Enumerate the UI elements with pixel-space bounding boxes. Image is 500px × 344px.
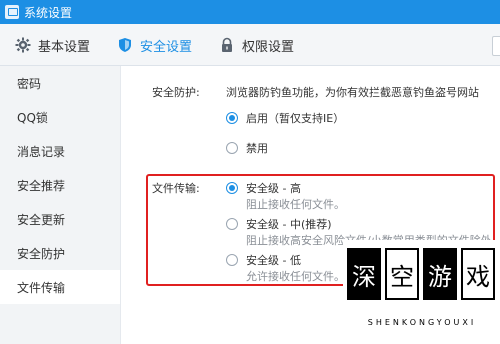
tab-bar: 基本设置 安全设置 权限设置 bbox=[0, 24, 500, 66]
tab-label: 基本设置 bbox=[38, 39, 91, 55]
radio-enable[interactable]: 启用（暂仅支持IE） bbox=[226, 110, 344, 126]
sidebar-item-password[interactable]: 密码 bbox=[0, 66, 120, 100]
watermark-char: 游 bbox=[423, 248, 457, 300]
sidebar-item-label: 密码 bbox=[17, 76, 42, 91]
watermark-char: 戏 bbox=[461, 248, 495, 300]
sidebar-item-label: QQ锁 bbox=[17, 110, 48, 125]
sidebar-item-label: 消息记录 bbox=[17, 144, 66, 159]
tab-security-settings[interactable]: 安全设置 bbox=[116, 24, 192, 66]
tab-label: 权限设置 bbox=[242, 39, 295, 55]
sidebar-item-file-transfer[interactable]: 文件传输 bbox=[0, 270, 120, 304]
title-bar: 系统设置 bbox=[0, 0, 500, 24]
sidebar-item-security-protection[interactable]: 安全防护 bbox=[0, 236, 120, 270]
sidebar-item-message-history[interactable]: 消息记录 bbox=[0, 134, 120, 168]
watermark-char: 空 bbox=[385, 248, 419, 300]
radio-button[interactable] bbox=[226, 112, 238, 124]
search-box-edge[interactable] bbox=[492, 36, 500, 56]
shield-icon bbox=[116, 36, 134, 54]
sidebar-item-security-update[interactable]: 安全更新 bbox=[0, 202, 120, 236]
watermark-char: 深 bbox=[347, 248, 381, 300]
tab-basic-settings[interactable]: 基本设置 bbox=[14, 24, 90, 66]
radio-button[interactable] bbox=[226, 142, 238, 154]
watermark-logo: 深 空 游 戏 SHENKONGYOUXI bbox=[343, 240, 500, 344]
radio-label: 启用（暂仅支持IE） bbox=[246, 112, 345, 125]
sidebar-item-label: 安全推荐 bbox=[17, 178, 66, 193]
sidebar-item-security-recommend[interactable]: 安全推荐 bbox=[0, 168, 120, 202]
security-protection-description: 浏览器防钓鱼功能，为你有效拦截恶意钓鱼盗号网站 bbox=[226, 86, 479, 99]
lock-icon bbox=[218, 36, 236, 54]
sidebar-item-qq-lock[interactable]: QQ锁 bbox=[0, 100, 120, 134]
app-icon bbox=[5, 5, 19, 19]
sidebar-item-label: 安全防护 bbox=[17, 246, 66, 261]
radio-label: 禁用 bbox=[246, 142, 268, 155]
tab-permission-settings[interactable]: 权限设置 bbox=[218, 24, 294, 66]
window-title: 系统设置 bbox=[24, 5, 73, 20]
sidebar: 密码 QQ锁 消息记录 安全推荐 安全更新 安全防护 文件传输 bbox=[0, 66, 121, 344]
watermark-subtitle: SHENKONGYOUXI bbox=[367, 318, 477, 327]
security-protection-label: 安全防护: bbox=[152, 86, 200, 99]
sidebar-item-label: 文件传输 bbox=[17, 280, 66, 295]
sidebar-item-label: 安全更新 bbox=[17, 212, 66, 227]
radio-disable[interactable]: 禁用 bbox=[226, 140, 268, 156]
tab-label: 安全设置 bbox=[140, 39, 193, 55]
gear-icon bbox=[14, 36, 32, 54]
